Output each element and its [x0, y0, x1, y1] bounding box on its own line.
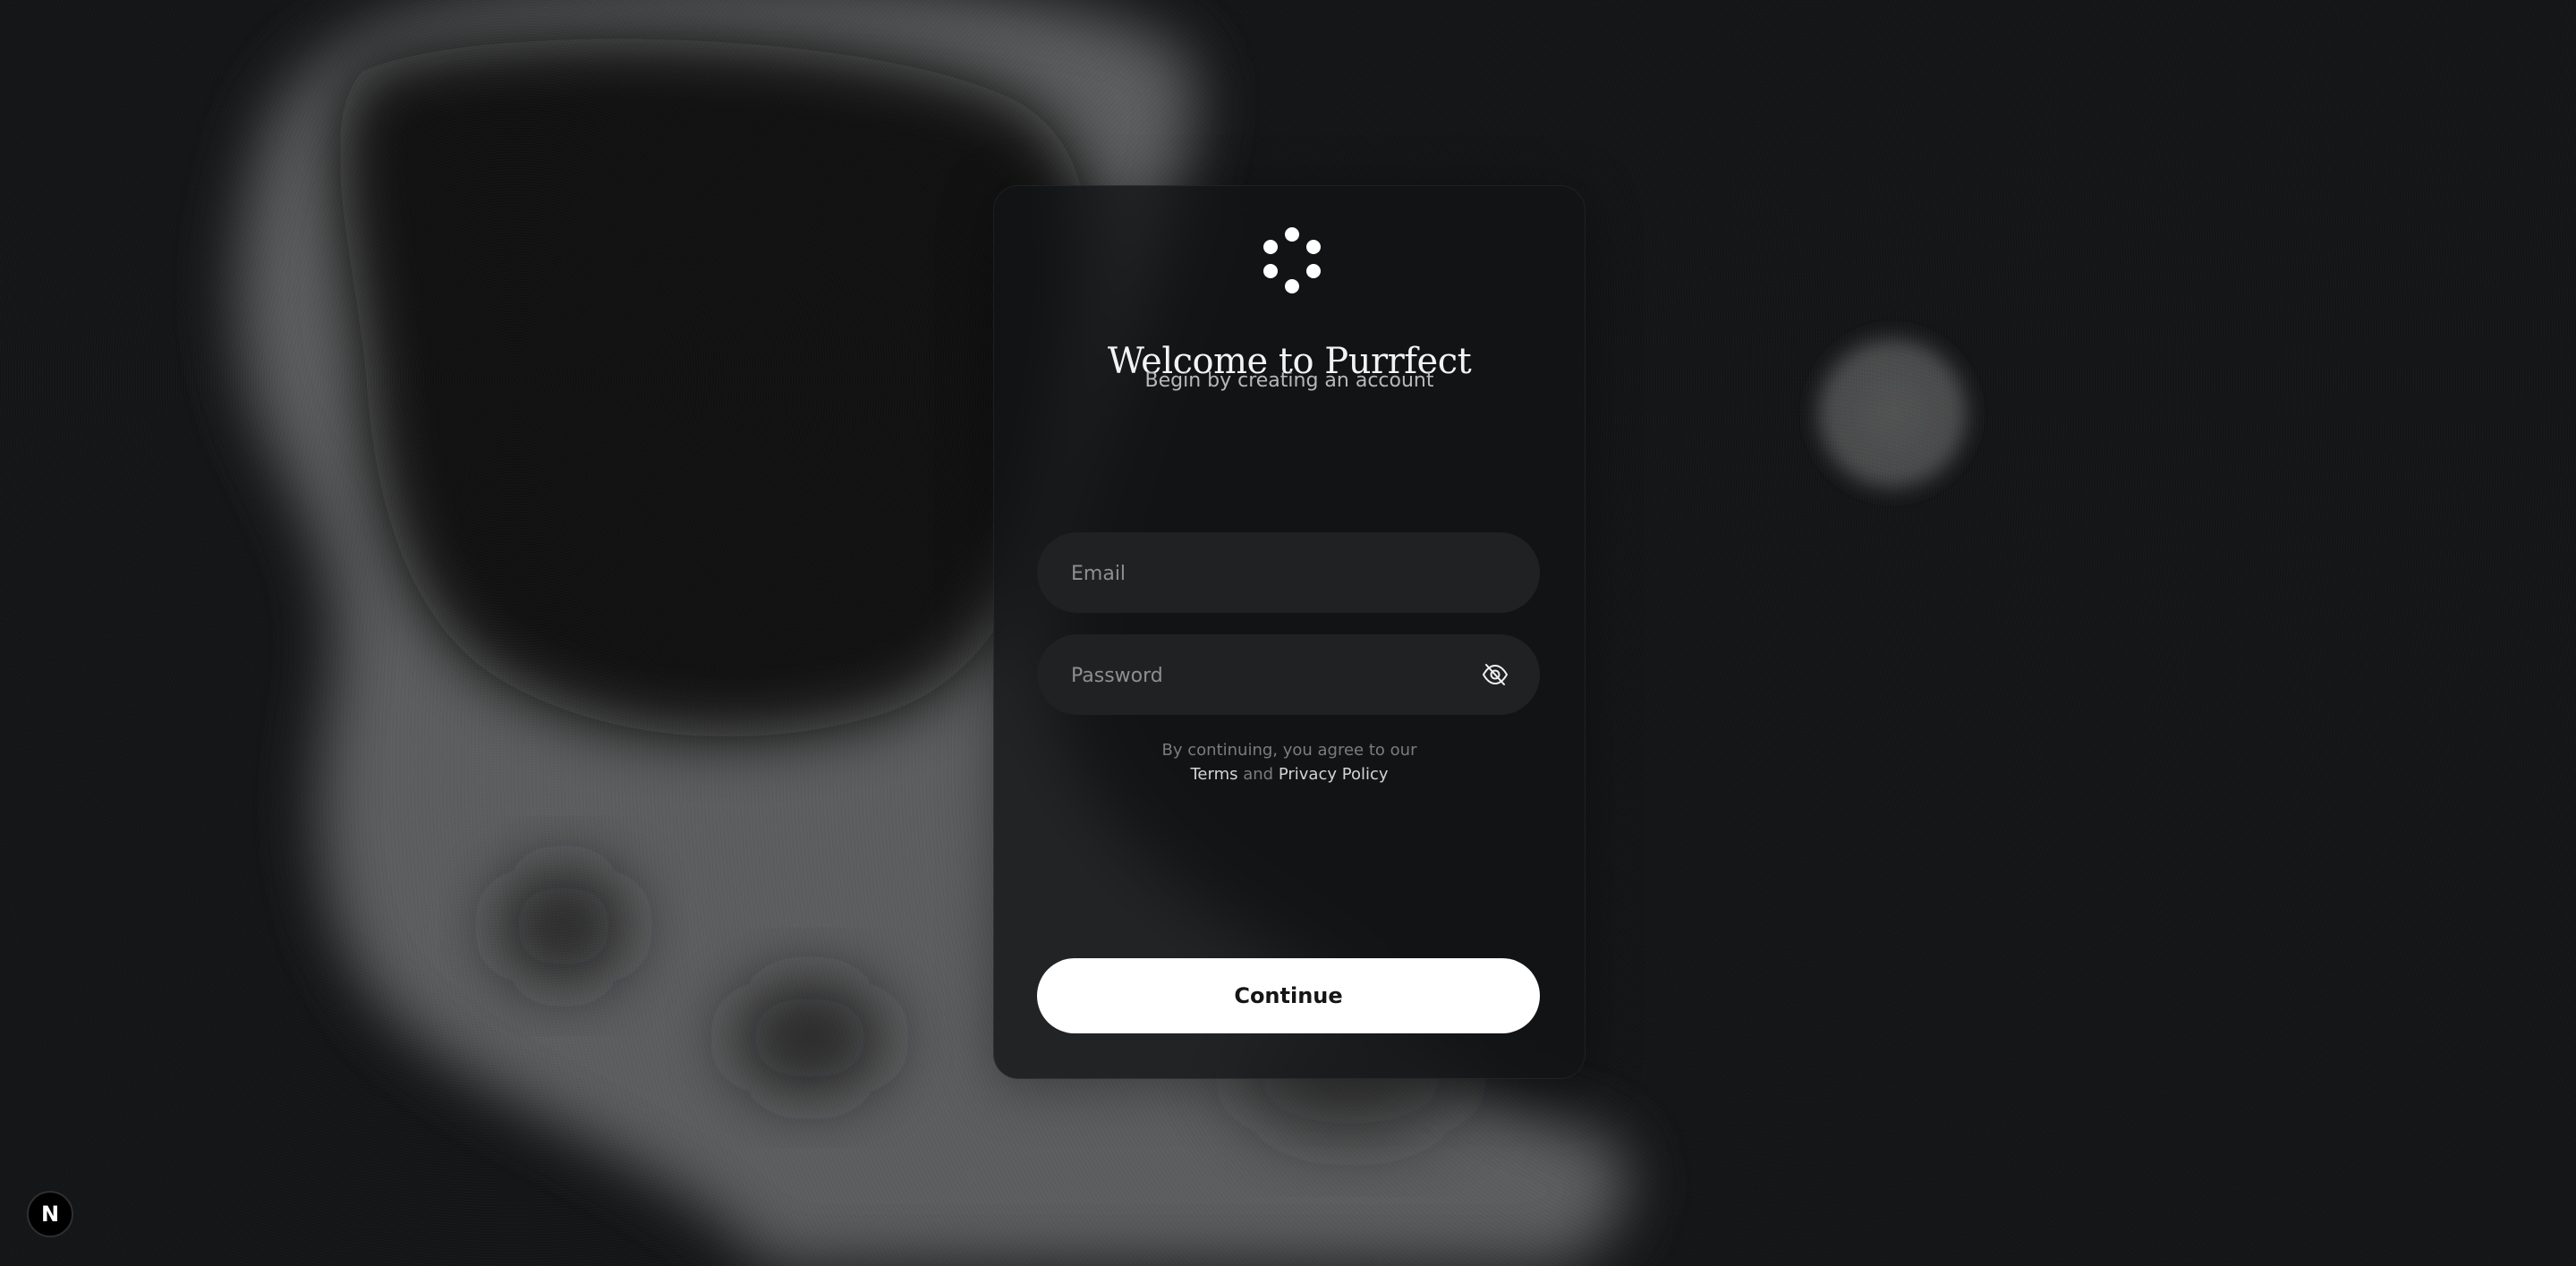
continue-button[interactable]: Continue: [1037, 958, 1540, 1033]
page-subtitle: Begin by creating an account: [1144, 370, 1434, 392]
purrfect-logo-icon: [1263, 227, 1321, 293]
email-field-container: [1037, 532, 1540, 615]
terms-link[interactable]: Terms: [1190, 765, 1237, 784]
signup-screen: Welcome to Purrfect Begin by creating an…: [0, 0, 2576, 1266]
next-logo-icon[interactable]: N: [27, 1191, 73, 1237]
terms-notice: By continuing, you agree to our Terms an…: [994, 738, 1585, 786]
eye-off-icon[interactable]: [1481, 661, 1509, 688]
password-field[interactable]: [1069, 634, 1475, 717]
terms-conjunction: and: [1243, 765, 1274, 784]
password-field-container: [1037, 634, 1540, 717]
privacy-policy-link[interactable]: Privacy Policy: [1279, 765, 1389, 784]
next-badge-label: N: [40, 1202, 60, 1227]
terms-prefix: By continuing, you agree to our: [1161, 741, 1417, 760]
terms-links-line: Terms and Privacy Policy: [994, 762, 1585, 786]
signup-card: Welcome to Purrfect Begin by creating an…: [993, 185, 1586, 1079]
email-field[interactable]: [1069, 532, 1475, 615]
